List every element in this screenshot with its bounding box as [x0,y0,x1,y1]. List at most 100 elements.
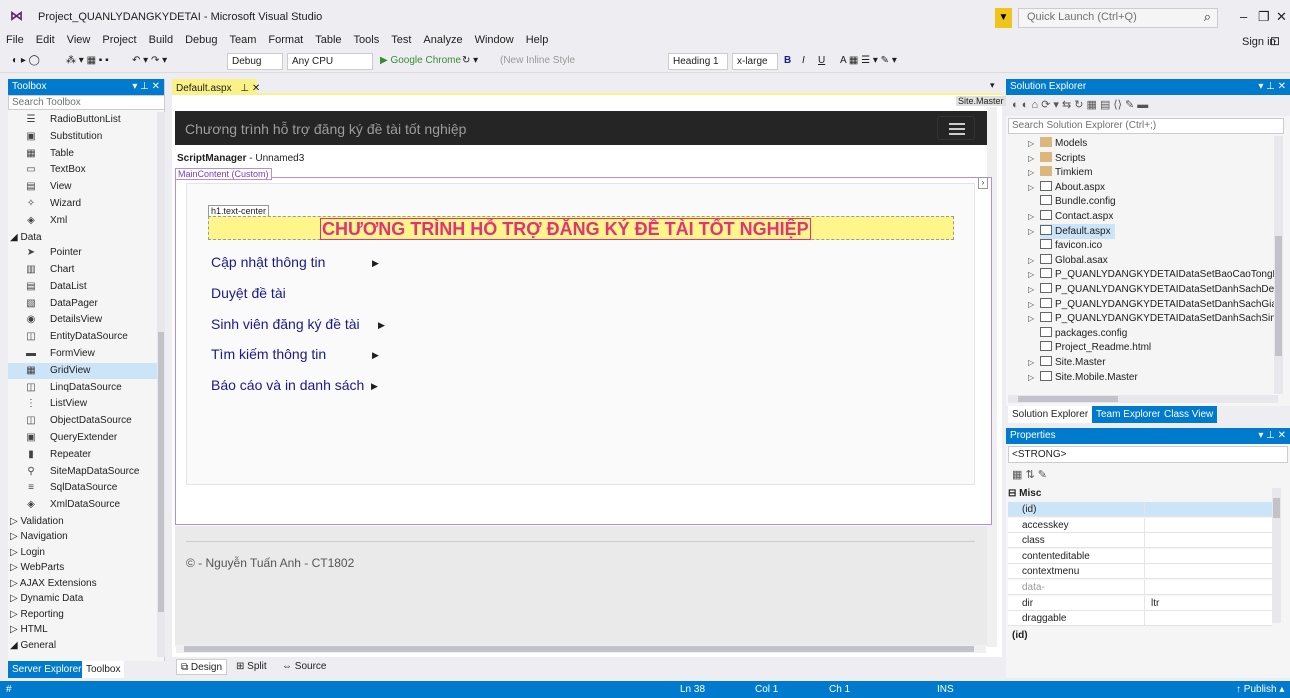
tab-design[interactable]: ⧉ Design [176,659,228,675]
undo-redo-icon[interactable]: ↶ ▾ ↷ ▾ [132,53,167,70]
solution-scrollbar[interactable] [1274,136,1283,394]
toolbox-search-input[interactable]: Search Toolbox [8,95,165,110]
toolbox-section[interactable]: ▷ Login [8,545,158,560]
restore-button[interactable]: ❐ [1258,10,1270,24]
solution-hscrollbar[interactable] [1008,395,1278,403]
toolbox-item-listview[interactable]: ⋮ ListView [8,396,158,412]
block-format-select[interactable]: Heading 1 [668,53,728,70]
font-size-select[interactable]: x-large [732,53,778,70]
tab-source[interactable]: ⇔ Source [278,659,330,675]
expand-icon[interactable]: ▷ [1028,253,1034,268]
solution-item[interactable]: ▷ P_QUANLYDANGKYDETAIDataSetDanhSachSinhV [1028,311,1274,326]
menu-window[interactable]: Window [469,31,520,49]
menu-edit[interactable]: Edit [30,31,61,49]
toolbox-item-objectdatasource[interactable]: ◫ ObjectDataSource [8,413,158,429]
menu-item-reports[interactable]: Báo cáo và in danh sách [211,377,364,393]
solution-item[interactable]: ▷ About.aspx [1028,180,1109,195]
tab-toolbox[interactable]: Toolbox [82,661,125,678]
toolbox-section[interactable]: ▷ Navigation [8,529,158,544]
pin-icon[interactable]: ▾ ⊥ ✕ [1258,79,1286,95]
expand-icon[interactable]: ▷ [1028,151,1034,166]
menu-view[interactable]: View [61,31,97,49]
expand-icon[interactable]: ▷ [1028,180,1034,195]
menu-team[interactable]: Team [224,31,263,49]
expand-icon[interactable]: ▷ [1028,224,1034,239]
expand-icon[interactable]: ▷ [1028,311,1034,326]
hamburger-menu-icon[interactable] [937,116,975,140]
property-row[interactable]: data- [1008,580,1272,595]
notification-flag-icon[interactable]: ▼ [995,8,1012,28]
platform-select[interactable]: Any CPU [287,53,373,70]
config-select[interactable]: Debug [227,53,283,70]
toolbox-item-textbox[interactable]: ▭ TextBox [8,162,158,178]
page-heading[interactable]: CHƯƠNG TRÌNH HỖ TRỢ ĐĂNG KÝ ĐỀ TÀI TỐT N… [320,218,811,240]
menu-help[interactable]: Help [520,31,555,49]
expand-icon[interactable]: ▷ [1028,282,1034,297]
footer-text[interactable]: © - Nguyễn Tuấn Anh - CT1802 [186,556,354,570]
toolbox-section[interactable]: ▷ WebParts [8,560,158,575]
tab-team-explorer[interactable]: Team Explorer [1092,406,1165,423]
nav-title[interactable]: Chương trình hỗ trợ đăng ký đề tài tốt n… [185,121,466,137]
format-tools-icon[interactable]: A ▦ ☰ ▾ ✎ ▾ [840,53,897,70]
property-row[interactable]: (id) [1008,502,1272,517]
expand-icon[interactable]: ▷ [1028,267,1034,282]
solution-item[interactable]: ▷ Site.Master [1028,355,1110,370]
solution-search-input[interactable]: Search Solution Explorer (Ctrl+;) [1008,118,1284,134]
property-value[interactable]: ltr [1144,595,1272,611]
property-row[interactable]: contextmenu [1008,564,1272,580]
toolbox-item-linqdatasource[interactable]: ◫ LinqDataSource [8,380,158,396]
solution-tools-icon[interactable]: ◐ ◐ ⌂ ⟳ ▾ ⇆ ↻ ▦ ▤ ⟨⟩ ✎ ▬ [1012,98,1148,111]
expand-icon[interactable]: ▷ [1028,209,1034,224]
toolbox-section[interactable]: ▷ Validation [8,514,158,529]
properties-object-select[interactable]: <STRONG> [1008,446,1288,463]
tab-solution-explorer[interactable]: Solution Explorer [1008,406,1093,423]
toolbox-item-sqldatasource[interactable]: ≡ SqlDataSource [8,480,158,496]
toolbox-item-xml[interactable]: ◈ Xml [8,213,158,229]
pin-icon[interactable]: ▾ ⊥ ✕ [132,79,160,95]
toolbox-item-radiobuttonlist[interactable]: ☰ RadioButtonList [8,112,158,128]
expand-icon[interactable]: ▷ [1028,355,1034,370]
menu-item-review-topics[interactable]: Duyệt đề tài [211,285,286,301]
pin-icon[interactable]: ⊥ ✕ [240,83,260,94]
menu-project[interactable]: Project [96,31,142,49]
toolbox-item-pointer[interactable]: ➤ Pointer [8,245,158,261]
tab-dropdown-icon[interactable]: ▾ [990,80,995,91]
property-row[interactable]: contenteditable [1008,548,1272,564]
menu-analyze[interactable]: Analyze [417,31,468,49]
toolbox-item-table[interactable]: ▦ Table [8,146,158,162]
pin-icon[interactable]: ▾ ⊥ ✕ [1258,428,1286,444]
property-value[interactable] [1144,564,1272,580]
quick-launch-input[interactable]: Quick Launch (Ctrl+Q) ⌕ [1018,8,1218,28]
script-manager-label[interactable]: ScriptManager - Unnamed3 [177,153,304,164]
style-select[interactable]: (New Inline Style [500,53,575,70]
properties-scrollbar[interactable] [1272,488,1281,623]
expand-icon[interactable]: ▷ [1028,136,1034,151]
tab-server-explorer[interactable]: Server Explorer [8,661,86,678]
smart-tag-icon[interactable]: › [978,177,988,189]
run-button[interactable]: ▶ Google Chrome [380,53,461,70]
property-value[interactable] [1144,548,1272,564]
toolbox-section[interactable]: ▷ Dynamic Data [8,591,158,606]
menu-item-update-info[interactable]: Cập nhật thông tin [211,254,325,270]
close-button[interactable]: ✕ [1276,10,1287,24]
toolbox-item-datalist[interactable]: ▤ DataList [8,279,158,295]
property-row[interactable]: accesskey [1008,517,1272,533]
solution-item[interactable]: ▷ Contact.aspx [1028,209,1117,224]
toolbox-item-chart[interactable]: ▥ Chart [8,262,158,278]
solution-item[interactable]: Bundle.config [1040,194,1120,209]
back-forward-icon[interactable]: ◐ ▸ ◯ [12,53,40,70]
editor-hscrollbar[interactable] [176,645,986,653]
toolbox-item-queryextender[interactable]: ▣ QueryExtender [8,430,158,446]
toolbox-item-detailsview[interactable]: ◉ DetailsView [8,312,158,328]
property-row[interactable]: draggable [1008,611,1272,627]
expand-icon[interactable]: ▷ [1028,165,1034,180]
italic-button[interactable]: I [802,53,805,70]
toolbox-scrollbar[interactable] [157,112,165,657]
solution-item[interactable]: ▷ Default.aspx [1028,223,1115,239]
toolbox-section[interactable]: ▷ HTML [8,622,158,637]
menu-test[interactable]: Test [385,31,417,49]
menu-tools[interactable]: Tools [348,31,386,49]
property-value[interactable] [1144,502,1272,517]
solution-item[interactable]: favicon.ico [1040,238,1106,253]
toolbox-item-sitemapdatasource[interactable]: ⚲ SiteMapDataSource [8,464,158,480]
